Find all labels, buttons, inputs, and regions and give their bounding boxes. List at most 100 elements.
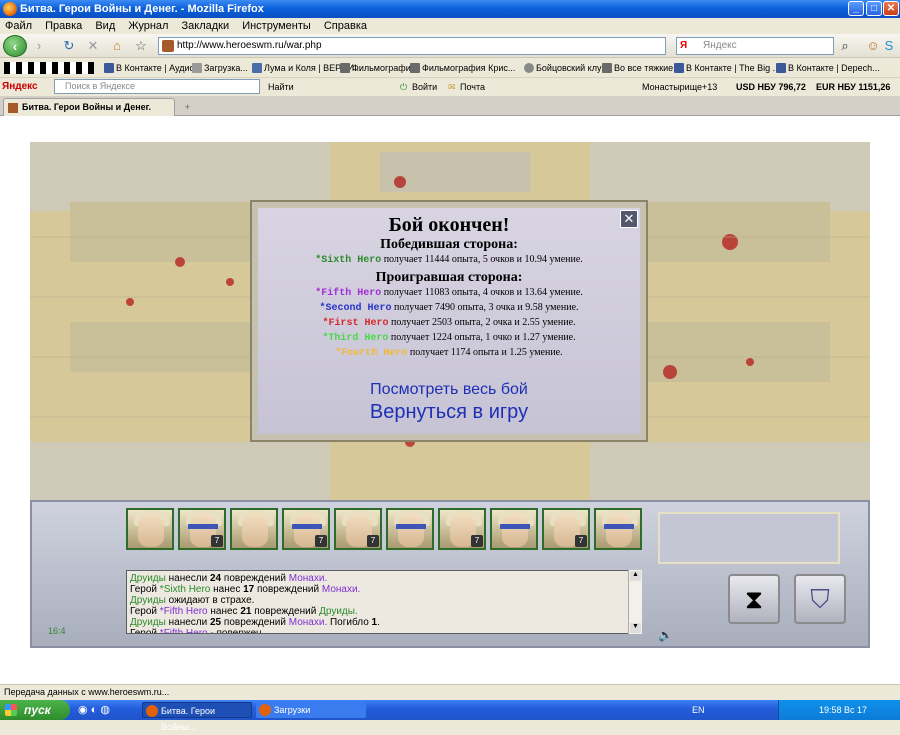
menu-bookmarks[interactable]: Закладки	[182, 20, 230, 32]
search-input[interactable]: Я Яндекс	[676, 37, 834, 55]
log-fragment: повреждений	[221, 573, 289, 584]
elf-face-icon	[398, 513, 424, 547]
unit-portrait[interactable]: 7	[282, 508, 330, 550]
url-bar[interactable]: http://www.heroeswm.ru/war.php	[158, 37, 666, 55]
skype-icon[interactable]: S	[880, 37, 898, 55]
log-fragment[interactable]: Друиды	[130, 573, 166, 584]
bookmark-item[interactable]: Во все тяжкие	[602, 58, 673, 77]
unit-count: 7	[367, 535, 379, 547]
return-to-game-link[interactable]: Вернуться в игру	[258, 401, 640, 424]
unit-portrait[interactable]: 7	[334, 508, 382, 550]
unit-portrait[interactable]	[386, 508, 434, 550]
menu-tools[interactable]: Инструменты	[242, 20, 311, 32]
menu-file[interactable]: Файл	[5, 20, 32, 32]
log-line: Герой *Fifth Hero нанес 21 повреждений Д…	[130, 606, 638, 617]
task-downloads[interactable]: Загрузки	[256, 702, 366, 718]
log-fragment[interactable]: *Fifth Hero	[160, 628, 208, 633]
log-line: Друиды ожидают в страхе.	[130, 595, 638, 606]
scroll-down-icon[interactable]: ▼	[630, 623, 641, 633]
forward-button[interactable]: ›	[30, 37, 48, 55]
hero-name[interactable]: *Fourth Hero	[335, 348, 407, 359]
headband	[292, 524, 322, 529]
unit-portrait[interactable]: 7	[438, 508, 486, 550]
unit-portrait[interactable]	[126, 508, 174, 550]
unit-portrait[interactable]: 7	[178, 508, 226, 550]
menu-history[interactable]: Журнал	[128, 20, 168, 32]
reload-icon[interactable]: ↻	[60, 37, 78, 55]
combat-log[interactable]: Друиды нанесли 24 повреждений Монахи. Гер…	[126, 570, 642, 634]
log-line: Друиды нанесли 24 повреждений Монахи.	[130, 573, 638, 584]
combat-log-scrollbar[interactable]: ▲ ▼	[628, 570, 642, 634]
defend-shield-button[interactable]: ⛉	[794, 574, 846, 624]
unit-count: 7	[211, 535, 223, 547]
log-fragment[interactable]: *Fifth Hero	[160, 606, 208, 617]
menu-view[interactable]: Вид	[95, 20, 115, 32]
home-icon[interactable]: ⌂	[108, 37, 126, 55]
dialog-title: Бой окончен!	[388, 214, 510, 236]
task-firefox[interactable]: Битва. Герои Войны...	[142, 702, 252, 732]
search-go-icon[interactable]: ⌕	[836, 37, 854, 55]
bookmark-item[interactable]: В Контакте | Аудио	[104, 58, 195, 77]
stop-icon[interactable]: ✕	[84, 37, 102, 55]
yandex-mail-button[interactable]: ✉ Почта	[448, 78, 485, 96]
tab-active[interactable]: Битва. Герои Войны и Денег. +	[3, 98, 190, 116]
headband	[604, 524, 634, 529]
log-fragment: Герой	[130, 628, 160, 634]
eur-rate[interactable]: EUR НБУ 1151,26	[816, 78, 890, 96]
hero-name[interactable]: *First Hero	[322, 318, 388, 329]
language-indicator[interactable]: EN	[692, 700, 705, 720]
close-window-button[interactable]: ✕	[883, 1, 899, 16]
bookmark-item[interactable]: Бойцовский клуб	[524, 58, 607, 77]
hero-name[interactable]: *Fifth Hero	[315, 288, 381, 299]
unit-portrait[interactable]: 7	[542, 508, 590, 550]
maximize-button[interactable]: □	[866, 1, 882, 16]
log-fragment[interactable]: Монахи.	[289, 573, 327, 584]
log-fragment[interactable]: *Sixth Hero	[160, 584, 211, 595]
bookmark-item[interactable]: В Контакте | Depech...	[776, 58, 880, 77]
bookmark-star-icon[interactable]: ☆	[132, 37, 150, 55]
log-fragment: Герой	[130, 606, 160, 617]
menu-help[interactable]: Справка	[324, 20, 367, 32]
elf-face-icon	[502, 513, 528, 547]
unit-portrait[interactable]	[230, 508, 278, 550]
losers-heading: Проигравшая сторона:	[375, 270, 523, 285]
usd-rate[interactable]: USD НБУ 796,72	[736, 78, 806, 96]
elf-face-icon	[242, 513, 268, 547]
view-battle-link[interactable]: Посмотреть весь бой	[258, 381, 640, 399]
sound-icon[interactable]: 🔈	[658, 628, 673, 642]
bookmark-item[interactable]: Фильмографии	[340, 58, 416, 77]
hero-name[interactable]: *Sixth Hero	[315, 255, 381, 266]
hero-name[interactable]: *Third Hero	[322, 333, 388, 344]
log-fragment: повреждений	[221, 617, 289, 628]
minimize-button[interactable]: _	[848, 1, 864, 16]
yandex-toolbar: Яндекс Поиск в Яндексе Найти ⏻ Войти ✉ Поч…	[0, 78, 900, 96]
log-fragment[interactable]: Друиды.	[319, 606, 358, 617]
dialog-close-button[interactable]: ✕	[620, 210, 638, 228]
checker-logo-icon[interactable]	[4, 62, 94, 74]
yandex-search-input[interactable]: Поиск в Яндексе	[54, 79, 260, 94]
yandex-logo[interactable]: Яндекс	[2, 78, 38, 96]
start-button[interactable]: пуск	[0, 700, 70, 720]
bookmark-item[interactable]: Фильмография Крис...	[410, 58, 515, 77]
scroll-up-icon[interactable]: ▲	[630, 571, 641, 581]
yandex-login-button[interactable]: ⏻ Войти	[400, 78, 437, 96]
log-fragment[interactable]: Монахи.	[289, 617, 327, 628]
hero-name[interactable]: *Second Hero	[319, 303, 391, 314]
weather-city[interactable]: Монастырище	[642, 78, 702, 96]
quicklaunch-icons[interactable]: ◉ ◐ ◍	[78, 703, 110, 716]
log-fragment[interactable]: Монахи.	[322, 584, 360, 595]
unit-portrait[interactable]	[594, 508, 642, 550]
unit-portrait[interactable]	[490, 508, 538, 550]
yandex-find-button[interactable]: Найти	[268, 78, 294, 96]
log-fragment[interactable]: Друиды	[130, 595, 166, 606]
log-line: Герой *Sixth Hero нанес 17 повреждений М…	[130, 584, 638, 595]
log-fragment[interactable]: Друиды	[130, 617, 166, 628]
bookmark-item[interactable]: Загрузка...	[192, 58, 248, 77]
clock[interactable]: 19:58 Вс 17	[819, 705, 867, 715]
bookmark-item[interactable]: В Контакте | The Big ...	[674, 58, 780, 77]
game-page: ✕ Бой окончен! Победившая сторона: *Sixt…	[0, 116, 900, 684]
new-tab-icon[interactable]: +	[185, 99, 190, 116]
menu-edit[interactable]: Правка	[45, 20, 82, 32]
back-button[interactable]: ‹	[3, 35, 27, 57]
wait-hourglass-button[interactable]: ⧗	[728, 574, 780, 624]
